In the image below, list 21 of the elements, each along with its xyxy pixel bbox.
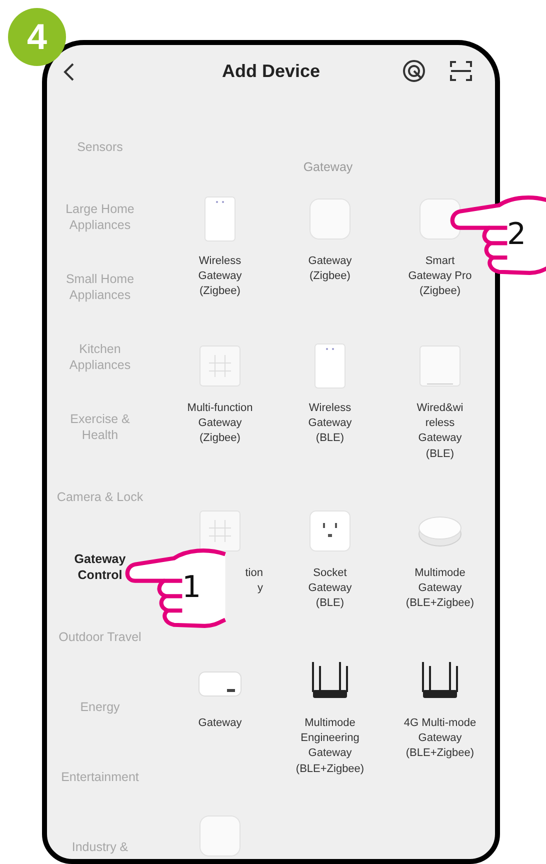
device-label[interactable]: Wireless Gateway (Zigbee): [198, 254, 242, 300]
hub-icon[interactable]: [417, 196, 463, 242]
device-label[interactable]: Gateway: [198, 716, 242, 732]
device-label[interactable]: Gateway (Zigbee): [308, 254, 352, 284]
device-label[interactable]: tion y: [245, 566, 275, 596]
device-label[interactable]: 4G Multi-mode Gateway (BLE+Zigbee): [404, 716, 476, 762]
scan-icon[interactable]: [449, 59, 473, 83]
socket-icon[interactable]: [307, 508, 353, 554]
panel-icon[interactable]: [197, 508, 243, 554]
section-title: Gateway: [302, 160, 354, 174]
page-title: Add Device: [220, 61, 322, 82]
device-label[interactable]: Smart Gateway Pro (Zigbee): [408, 254, 472, 300]
target-icon[interactable]: [402, 59, 426, 83]
step-badge: 4: [8, 8, 66, 66]
back-icon[interactable]: [63, 62, 75, 82]
device-label[interactable]: Socket Gateway (BLE): [308, 566, 352, 612]
device-label[interactable]: Multimode Engineering Gateway (BLE+Zigbee): [296, 716, 364, 777]
device-label[interactable]: Multimode Gateway (BLE+Zigbee): [406, 566, 474, 612]
device-label[interactable]: Multi-function Gateway (Zigbee): [187, 401, 253, 447]
device-label[interactable]: Wireless Gateway (BLE): [308, 401, 352, 447]
device-label[interactable]: Wired&wi reless Gateway (BLE): [416, 401, 464, 462]
